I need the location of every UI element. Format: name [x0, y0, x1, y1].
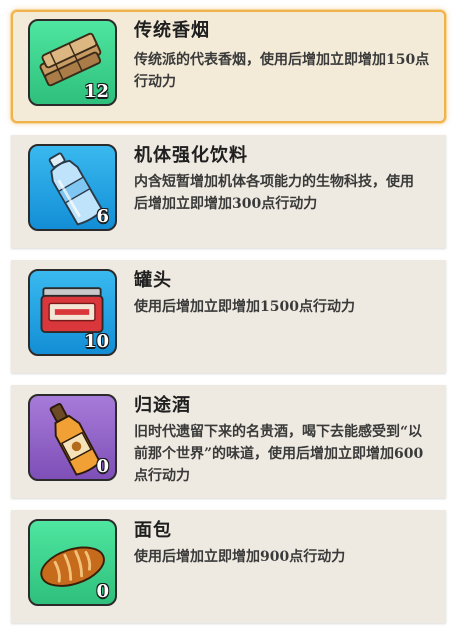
item-tile[interactable]: 0: [28, 394, 117, 481]
item-description: 传统派的代表香烟，使用后增加立即增加150点行动力: [134, 52, 430, 90]
item-count: 0: [96, 456, 109, 477]
item-description: 使用后增加立即增加900点行动力: [134, 549, 346, 565]
item-count: 10: [83, 331, 109, 352]
item-card[interactable]: 12 传统香烟 传统派的代表香烟，使用后增加立即增加150点行动力: [11, 10, 446, 123]
item-name: 罐头: [134, 270, 172, 291]
item-name: 面包: [134, 520, 172, 541]
item-count: 12: [83, 81, 109, 102]
item-card[interactable]: 6 机体强化饮料 内含短暂增加机体各项能力的生物科技，使用后增加立即增加300点…: [11, 135, 446, 248]
item-name: 归途酒: [134, 395, 191, 416]
item-tile[interactable]: 10: [28, 269, 117, 356]
item-name: 机体强化饮料: [134, 145, 248, 166]
item-description: 使用后增加立即增加1500点行动力: [134, 299, 355, 315]
item-tile[interactable]: 6: [28, 144, 117, 231]
item-card[interactable]: 0 归途酒 旧时代遗留下来的名贵酒，喝下去能感受到“以前那个世界”的味道，使用后…: [11, 385, 446, 498]
item-card[interactable]: 10 罐头 使用后增加立即增加1500点行动力: [11, 260, 446, 373]
item-tile[interactable]: 0: [28, 519, 117, 606]
item-description: 旧时代遗留下来的名贵酒，喝下去能感受到“以前那个世界”的味道，使用后增加立即增加…: [134, 424, 424, 484]
item-count: 6: [96, 206, 109, 227]
item-name: 传统香烟: [134, 20, 210, 41]
item-tile[interactable]: 12: [28, 19, 117, 106]
item-card[interactable]: 0 面包 使用后增加立即增加900点行动力: [11, 510, 446, 623]
item-count: 0: [96, 581, 109, 602]
item-description: 内含短暂增加机体各项能力的生物科技，使用后增加立即增加300点行动力: [134, 174, 414, 212]
